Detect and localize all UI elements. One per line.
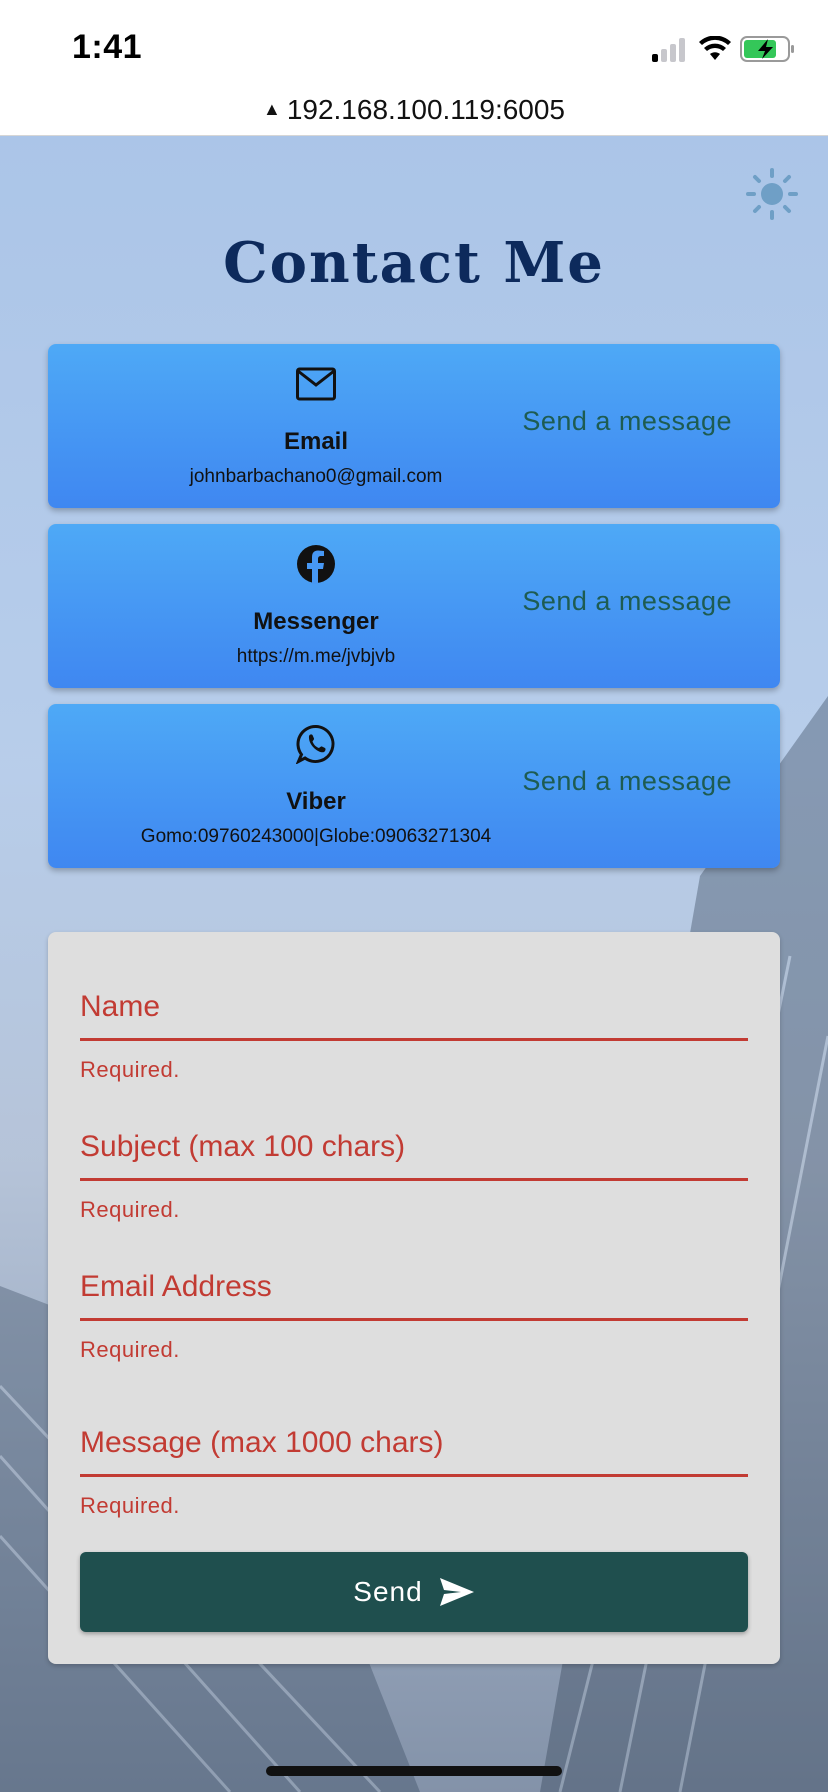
field-underline — [80, 1318, 748, 1321]
sun-icon[interactable] — [746, 168, 798, 220]
send-message-link[interactable]: Send a message — [522, 766, 732, 797]
email-address-field-error: Required. — [80, 1337, 180, 1362]
contact-card-email[interactable]: Email johnbarbachano0@gmail.com Send a m… — [48, 344, 780, 508]
send-message-link[interactable]: Send a message — [522, 406, 732, 437]
name-field-error: Required. — [80, 1057, 180, 1082]
contact-detail: Gomo:09760243000|Globe:09063271304 — [140, 826, 492, 847]
battery-charging-icon — [740, 36, 794, 62]
contact-card-messenger[interactable]: Messenger https://m.me/jvbjvb Send a mes… — [48, 524, 780, 688]
name-field-label[interactable]: Name — [80, 990, 748, 1024]
name-field[interactable]: Name Required. — [80, 990, 748, 1083]
facebook-icon — [297, 545, 335, 584]
warning-icon: ▲ — [262, 99, 281, 119]
contact-form: Name Required. Subject (max 100 chars) R… — [48, 932, 780, 1664]
contact-detail: https://m.me/jvbjvb — [236, 646, 396, 667]
send-button-label: Send — [353, 1576, 423, 1607]
send-button[interactable]: Send — [80, 1552, 748, 1632]
url-text: 192.168.100.119:6005 — [286, 94, 566, 125]
page-title: Contact Me — [223, 230, 605, 296]
home-indicator[interactable] — [266, 1766, 562, 1776]
field-underline — [80, 1038, 748, 1041]
status-bar: 1:41 — [0, 0, 828, 94]
contact-page: Contact Me Email johnbarbachano0@gmail.c… — [0, 136, 828, 1792]
signal-icon — [652, 38, 686, 62]
send-icon — [439, 1578, 474, 1606]
contact-title: Viber — [286, 788, 346, 815]
status-time: 1:41 — [72, 28, 143, 66]
send-message-link[interactable]: Send a message — [522, 586, 732, 617]
email-address-field-label[interactable]: Email Address — [80, 1270, 748, 1304]
contact-title: Email — [283, 428, 349, 455]
message-field-label[interactable]: Message (max 1000 chars) — [80, 1426, 748, 1460]
mail-icon — [296, 367, 336, 401]
contact-title: Messenger — [253, 608, 379, 635]
message-field-error: Required. — [80, 1493, 180, 1518]
wifi-icon — [699, 36, 731, 60]
email-address-field[interactable]: Email Address Required. — [80, 1270, 748, 1363]
message-field[interactable]: Message (max 1000 chars) Required. — [80, 1426, 748, 1519]
whatsapp-icon — [296, 724, 335, 764]
field-underline — [80, 1474, 748, 1477]
contact-detail: johnbarbachano0@gmail.com — [189, 466, 443, 487]
subject-field-error: Required. — [80, 1197, 180, 1222]
address-bar[interactable]: ▲ 192.168.100.119:6005 — [0, 94, 828, 136]
subject-field[interactable]: Subject (max 100 chars) Required. — [80, 1130, 748, 1223]
field-underline — [80, 1178, 748, 1181]
subject-field-label[interactable]: Subject (max 100 chars) — [80, 1130, 748, 1164]
contact-card-viber[interactable]: Viber Gomo:09760243000|Globe:09063271304… — [48, 704, 780, 868]
